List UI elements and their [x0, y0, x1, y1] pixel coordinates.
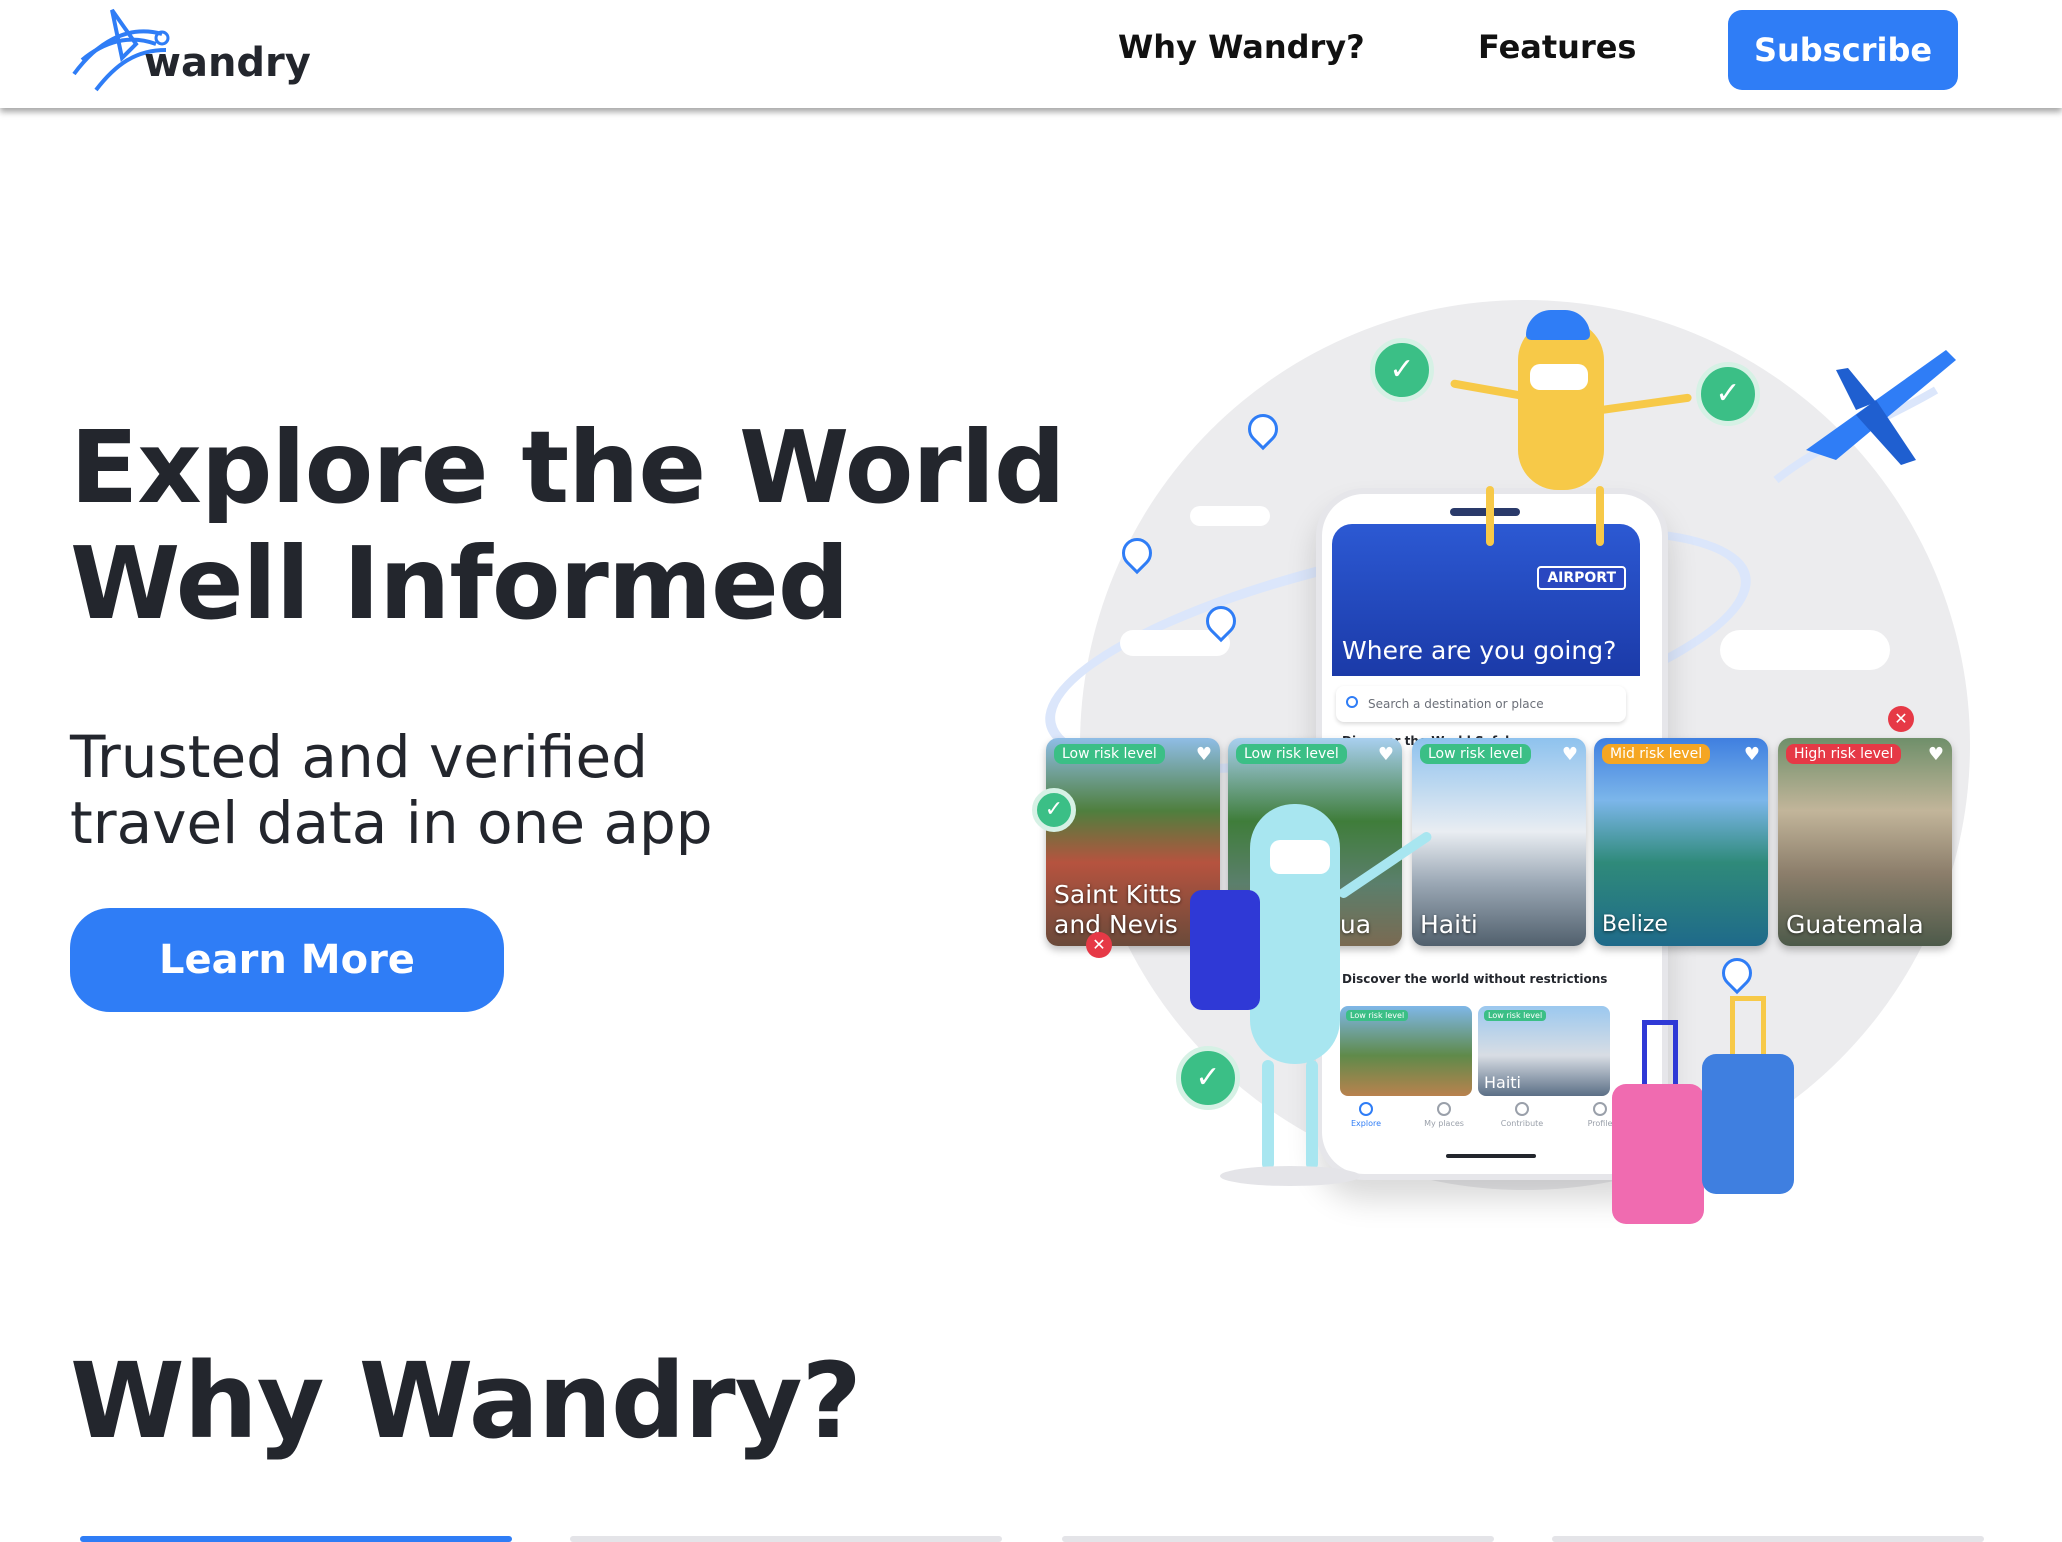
hero-title-line1: Explore the World [70, 409, 1066, 526]
phone-search-field: Search a destination or place [1336, 686, 1626, 722]
feature-card-top-edge [80, 1536, 512, 1542]
heart-icon: ♥ [1927, 744, 1944, 765]
why-wandry-heading: Why Wandry? [70, 1340, 862, 1462]
destination-card: High risk level ♥ Guatemala [1778, 738, 1952, 946]
x-icon: ✕ [1086, 932, 1112, 958]
compass-icon [1359, 1102, 1373, 1116]
phone-tab-bar: Explore My places Contribute Profile [1332, 1096, 1640, 1146]
destination-card: Low risk level ♥ Haiti [1412, 738, 1586, 946]
heart-icon: ♥ [1195, 744, 1212, 765]
mini-destination-card: Low risk level Haiti [1478, 1006, 1610, 1096]
wandry-logo[interactable]: wandry [66, 4, 311, 98]
risk-badge: Low risk level [1420, 744, 1531, 764]
nav-why-wandry[interactable]: Why Wandry? [1118, 28, 1365, 66]
heart-icon: ♥ [1743, 744, 1760, 765]
face-mask [1270, 840, 1330, 874]
hand-icon [1515, 1102, 1529, 1116]
check-icon: ✓ [1696, 362, 1760, 426]
suitcase-pink [1612, 1084, 1704, 1224]
character-hat [1526, 310, 1590, 340]
ground-shadow [1220, 1166, 1360, 1186]
feature-card-top-edge [1552, 1536, 1984, 1542]
risk-badge: High risk level [1786, 744, 1902, 764]
suitcase-handle [1642, 1020, 1678, 1084]
airport-sign: AIRPORT [1537, 566, 1626, 590]
hero-title: Explore the World Well Informed [70, 409, 1066, 642]
phone-section-title: Discover the world without restrictions [1342, 972, 1608, 986]
mini-destination-card: Low risk level [1340, 1006, 1472, 1096]
hero-subtitle: Trusted and verified travel data in one … [70, 724, 713, 856]
backpack [1190, 890, 1260, 1010]
tab-label: Contribute [1500, 1119, 1544, 1128]
hero-subtitle-line1: Trusted and verified [70, 723, 648, 791]
shield-icon [1437, 1102, 1451, 1116]
card-destination-name: Guatemala [1786, 910, 1924, 939]
logo-wordmark: wandry [144, 40, 311, 86]
risk-badge: Mid risk level [1602, 744, 1711, 764]
check-icon: ✓ [1176, 1046, 1240, 1110]
check-icon: ✓ [1032, 788, 1076, 832]
feature-card-top-edge [1062, 1536, 1494, 1542]
tab-label: Profile [1587, 1119, 1613, 1128]
cloud-shape [1720, 630, 1890, 670]
hero-illustration: AIRPORT Where are you going? Search a de… [1025, 300, 2030, 1240]
phone-notch [1450, 508, 1520, 516]
cloud-shape [1190, 506, 1270, 526]
suitcase-handle [1730, 996, 1766, 1054]
character-leg [1486, 486, 1494, 546]
destination-card: Mid risk level ♥ Belize [1594, 738, 1768, 946]
risk-badge: Low risk level [1054, 744, 1165, 764]
card-destination-name: Belize [1602, 912, 1668, 937]
x-icon: ✕ [1888, 706, 1914, 732]
phone-header-banner: AIRPORT Where are you going? [1332, 524, 1640, 676]
home-indicator [1446, 1154, 1536, 1158]
mini-risk-badge: Low risk level [1346, 1010, 1409, 1021]
heart-icon: ♥ [1377, 744, 1394, 765]
feature-card-top-edge [570, 1536, 1002, 1542]
heart-icon: ♥ [1561, 744, 1578, 765]
face-mask [1530, 364, 1588, 390]
subscribe-button[interactable]: Subscribe [1728, 10, 1958, 90]
card-destination-name: Haiti [1420, 910, 1478, 939]
card-destination-name: Saint Kitts and Nevis [1054, 880, 1182, 939]
tab-explore: Explore [1336, 1102, 1396, 1128]
tab-label: Explore [1350, 1119, 1382, 1128]
mini-card-name: Haiti [1484, 1073, 1521, 1092]
search-icon [1346, 696, 1358, 708]
user-icon [1593, 1102, 1607, 1116]
hero-title-line2: Well Informed [70, 525, 849, 642]
site-header: wandry Why Wandry? Features Subscribe [0, 0, 2062, 108]
tab-my-places: My places [1414, 1102, 1474, 1128]
learn-more-button[interactable]: Learn More [70, 908, 504, 1012]
tab-contribute: Contribute [1492, 1102, 1552, 1128]
hero-subtitle-line2: travel data in one app [70, 789, 713, 857]
nav-features[interactable]: Features [1478, 28, 1636, 66]
character-leg [1596, 486, 1604, 546]
suitcase-blue [1702, 1054, 1794, 1194]
check-icon: ✓ [1370, 338, 1434, 402]
phone-search-placeholder: Search a destination or place [1368, 697, 1544, 711]
mini-risk-badge: Low risk level [1484, 1010, 1547, 1021]
character-leg [1306, 1060, 1318, 1170]
tab-label: My places [1424, 1119, 1464, 1128]
airplane-icon [1773, 350, 1956, 484]
character-leg [1262, 1060, 1274, 1170]
risk-badge: Low risk level [1236, 744, 1347, 764]
yellow-character [1518, 320, 1604, 490]
phone-heading: Where are you going? [1342, 636, 1617, 665]
